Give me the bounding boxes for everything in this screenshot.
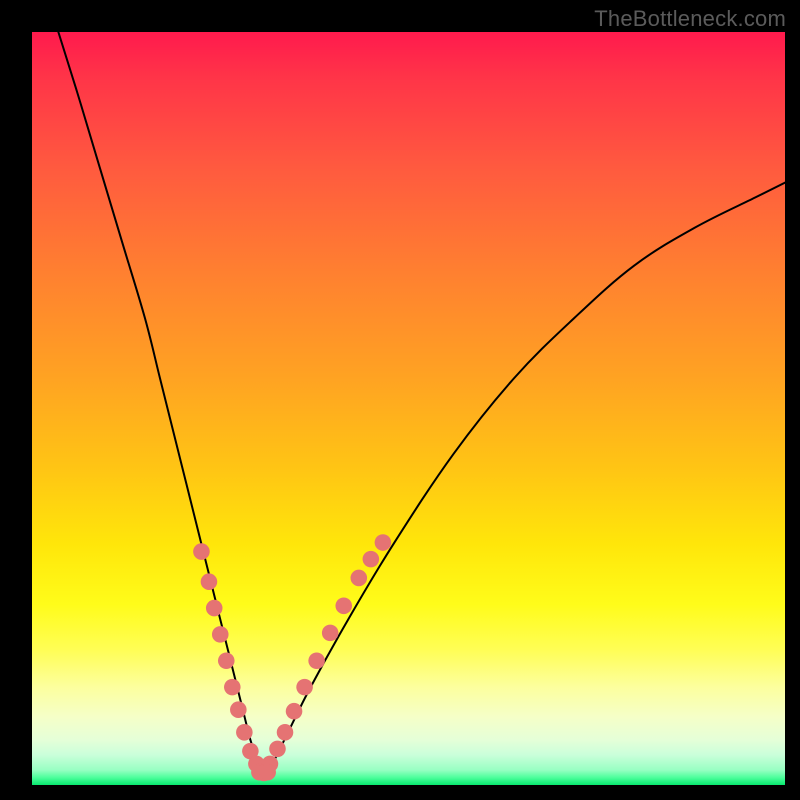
data-marker: [322, 625, 339, 642]
plot-area: [32, 32, 785, 785]
data-marker: [277, 724, 294, 741]
data-marker: [375, 534, 392, 551]
data-marker: [335, 598, 352, 615]
data-marker: [236, 724, 253, 741]
chart-frame: TheBottleneck.com: [0, 0, 800, 800]
data-marker: [296, 679, 313, 696]
data-marker: [363, 551, 380, 568]
curve-lines: [58, 32, 785, 774]
watermark-text: TheBottleneck.com: [594, 6, 786, 32]
data-marker: [212, 626, 229, 643]
data-marker: [308, 652, 325, 669]
series-right-branch: [262, 183, 785, 774]
data-marker: [269, 741, 286, 758]
curve-markers: [193, 534, 391, 781]
data-marker: [218, 652, 235, 669]
data-marker: [351, 570, 368, 587]
data-marker: [193, 543, 210, 560]
data-marker: [259, 764, 276, 781]
data-marker: [224, 679, 241, 696]
data-marker: [201, 573, 218, 590]
data-marker: [286, 703, 303, 720]
chart-svg: [32, 32, 785, 785]
data-marker: [230, 701, 247, 718]
data-marker: [206, 600, 223, 617]
